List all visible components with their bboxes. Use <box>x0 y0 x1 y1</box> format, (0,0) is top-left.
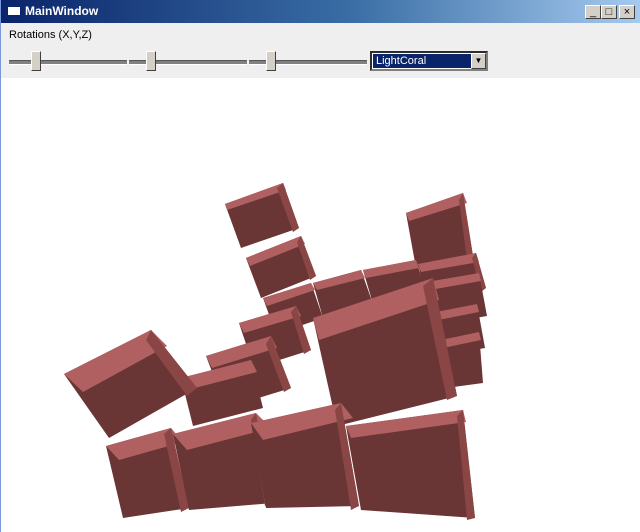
slider-track <box>9 60 127 65</box>
slider-thumb[interactable] <box>31 51 41 71</box>
rotations-label: Rotations (X,Y,Z) <box>9 29 92 41</box>
slider-thumb[interactable] <box>266 51 276 71</box>
cube <box>225 183 299 248</box>
color-select-value: LightCoral <box>373 54 472 68</box>
cube-scene <box>64 183 487 520</box>
dropdown-arrow-icon[interactable]: ▼ <box>471 53 486 69</box>
controls-panel: Rotations (X,Y,Z) LightCoral ▼ <box>1 23 640 78</box>
slider-thumb[interactable] <box>146 51 156 71</box>
rotation-y-slider[interactable] <box>129 51 247 73</box>
close-button[interactable]: × <box>619 5 635 19</box>
cube <box>251 403 359 510</box>
cube <box>64 330 197 438</box>
title-bar[interactable]: MainWindow _ □ × <box>1 0 640 23</box>
maximize-button[interactable]: □ <box>601 5 617 19</box>
window-title: MainWindow <box>25 4 99 18</box>
color-select[interactable]: LightCoral ▼ <box>370 51 488 71</box>
rotation-x-slider[interactable] <box>9 51 127 73</box>
3d-viewport[interactable] <box>1 78 640 532</box>
rotation-z-slider[interactable] <box>249 51 367 73</box>
main-window: MainWindow _ □ × Rotations (X,Y,Z) Light… <box>0 0 640 532</box>
cube <box>346 410 475 520</box>
window-icon <box>7 6 21 16</box>
minimize-button[interactable]: _ <box>585 5 601 19</box>
